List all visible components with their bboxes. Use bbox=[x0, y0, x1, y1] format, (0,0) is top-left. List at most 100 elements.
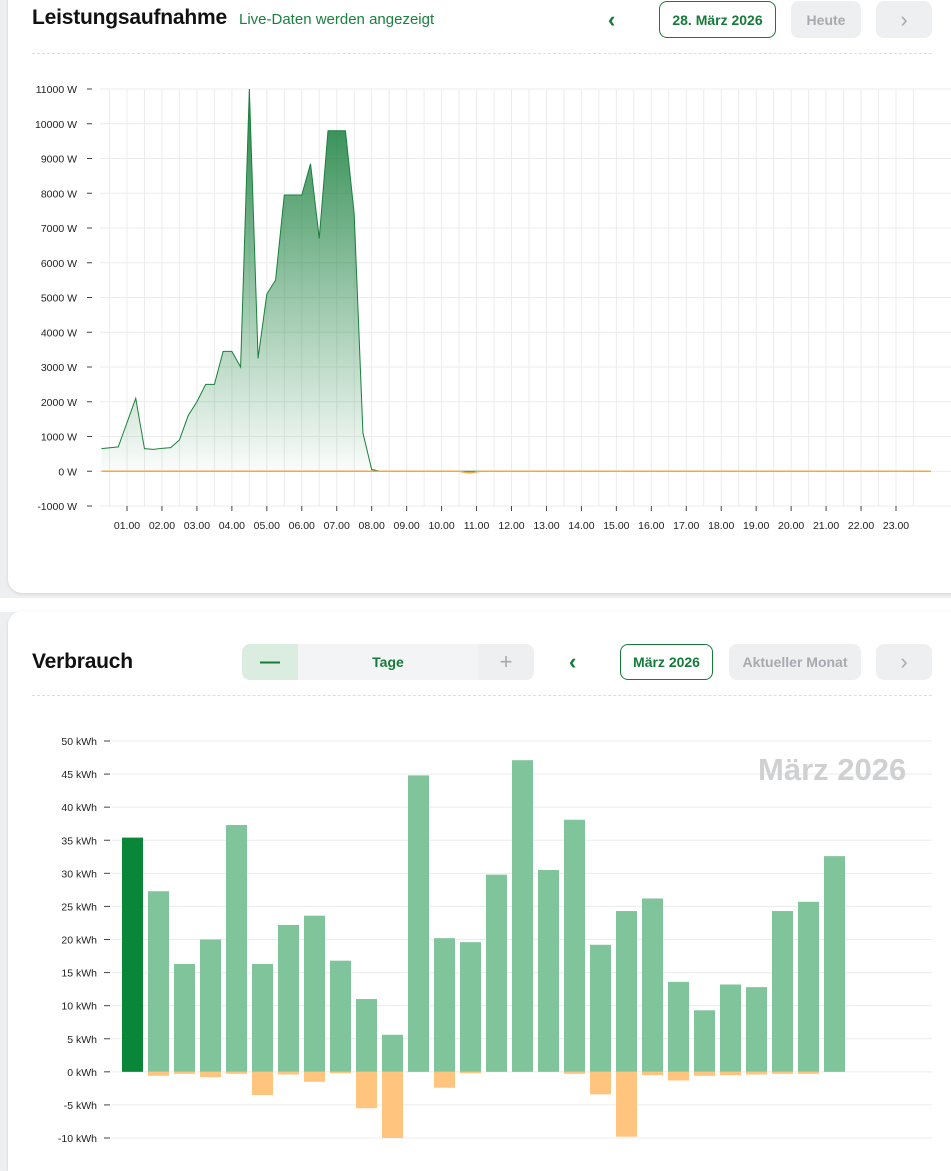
consumption-bar bbox=[746, 987, 767, 1072]
previous-day-button[interactable]: ‹ bbox=[608, 7, 615, 33]
y-tick-label: 5 kWh bbox=[67, 1034, 97, 1046]
minus-icon: — bbox=[260, 650, 280, 673]
feed-in-bar bbox=[148, 1071, 169, 1076]
consumption-bar bbox=[590, 944, 611, 1072]
consumption-bar bbox=[148, 891, 169, 1072]
y-tick-label: 25 kWh bbox=[61, 901, 97, 913]
y-tick-label: 20 kWh bbox=[61, 935, 97, 947]
consumption-bar bbox=[772, 911, 793, 1072]
x-tick-label: 01.00 bbox=[114, 520, 140, 532]
y-tick-label: 45 kWh bbox=[61, 769, 97, 781]
feed-in-bar bbox=[460, 1071, 481, 1074]
consumption-bar bbox=[460, 942, 481, 1072]
consumption-bar bbox=[174, 963, 195, 1072]
x-tick-label: 02.00 bbox=[149, 520, 175, 532]
y-tick-label: 35 kWh bbox=[61, 835, 97, 847]
y-tick-label: 30 kWh bbox=[61, 868, 97, 880]
feed-in-bar bbox=[356, 1071, 377, 1109]
y-tick-label: 1000 W bbox=[41, 432, 77, 444]
y-tick-label: 8000 W bbox=[41, 188, 77, 200]
x-tick-label: 21.00 bbox=[813, 520, 839, 532]
consumption-area bbox=[101, 89, 931, 472]
consumption-bar bbox=[512, 760, 533, 1072]
consumption-bar bbox=[226, 825, 247, 1072]
chart-watermark: März 2026 bbox=[758, 752, 907, 787]
feed-in-bar bbox=[382, 1071, 403, 1138]
y-tick-label: 0 W bbox=[58, 466, 77, 478]
x-tick-label: 08.00 bbox=[359, 520, 385, 532]
x-tick-label: 12.00 bbox=[498, 520, 524, 532]
y-tick-label: 0 kWh bbox=[67, 1067, 97, 1079]
feed-in-line bbox=[101, 470, 931, 474]
next-day-button[interactable]: › bbox=[876, 1, 932, 38]
y-tick-label: 7000 W bbox=[41, 223, 77, 235]
chevron-right-icon: › bbox=[900, 6, 908, 32]
y-tick-label: -1000 W bbox=[37, 501, 77, 513]
current-month-button[interactable]: Aktueller Monat bbox=[729, 644, 861, 680]
next-month-button[interactable]: › bbox=[876, 644, 932, 680]
consumption-bar bbox=[200, 939, 221, 1072]
feed-in-bar bbox=[642, 1071, 663, 1076]
x-tick-label: 09.00 bbox=[393, 520, 419, 532]
x-tick-label: 14.00 bbox=[568, 520, 594, 532]
month-button[interactable]: März 2026 bbox=[620, 644, 713, 680]
x-tick-label: 13.00 bbox=[533, 520, 559, 532]
consumption-bar bbox=[824, 856, 845, 1072]
y-tick-label: 2000 W bbox=[41, 397, 77, 409]
consumption-bar bbox=[382, 1034, 403, 1072]
chevron-right-icon: › bbox=[900, 649, 908, 674]
consumption-bar bbox=[304, 915, 325, 1072]
feed-in-bar bbox=[226, 1071, 247, 1074]
consumption-bar bbox=[122, 837, 143, 1072]
feed-in-bar bbox=[590, 1071, 611, 1095]
feed-in-bar bbox=[200, 1071, 221, 1078]
consumption-bar bbox=[486, 874, 507, 1072]
consumption-bar bbox=[252, 963, 273, 1072]
consumption-bar bbox=[408, 775, 429, 1072]
y-tick-label: 3000 W bbox=[41, 362, 77, 374]
consumption-bar bbox=[616, 911, 637, 1072]
feed-in-bar bbox=[304, 1071, 325, 1082]
header-divider bbox=[32, 695, 932, 696]
y-tick-label: 10000 W bbox=[35, 119, 77, 131]
y-tick-label: -5 kWh bbox=[64, 1100, 97, 1112]
power-title: Leistungsaufnahme bbox=[32, 6, 227, 29]
feed-in-bar bbox=[252, 1071, 273, 1095]
power-chart: 11000 W 10000 W 9000 W 8000 W 7000 W 6000 W 50… bbox=[35, 84, 951, 532]
today-button[interactable]: Heute bbox=[791, 1, 861, 38]
feed-in-bar bbox=[798, 1071, 819, 1074]
chevron-left-icon: ‹ bbox=[569, 649, 577, 674]
consumption-bar bbox=[668, 981, 689, 1072]
feed-in-bar bbox=[330, 1071, 351, 1074]
consumption-bar bbox=[798, 901, 819, 1072]
x-tick-label: 05.00 bbox=[254, 520, 280, 532]
y-tick-label: 40 kWh bbox=[61, 802, 97, 814]
x-tick-label: 07.00 bbox=[324, 520, 350, 532]
x-tick-label: 10.00 bbox=[428, 520, 454, 532]
y-tick-label: 4000 W bbox=[41, 327, 77, 339]
x-tick-label: 06.00 bbox=[289, 520, 315, 532]
consumption-title: Verbrauch bbox=[32, 650, 133, 673]
period-selector[interactable]: Tage bbox=[298, 644, 478, 680]
consumption-bar bbox=[720, 984, 741, 1072]
x-tick-label: 17.00 bbox=[673, 520, 699, 532]
previous-month-button[interactable]: ‹ bbox=[569, 649, 576, 675]
y-tick-label: 9000 W bbox=[41, 154, 77, 166]
x-tick-label: 03.00 bbox=[184, 520, 210, 532]
consumption-bar bbox=[564, 819, 585, 1072]
y-tick-label: 50 kWh bbox=[61, 736, 97, 748]
feed-in-bar bbox=[694, 1071, 715, 1076]
zoom-in-button[interactable]: + bbox=[478, 644, 534, 680]
zoom-out-button[interactable]: — bbox=[242, 644, 298, 680]
date-button[interactable]: 28. März 2026 bbox=[659, 1, 776, 38]
consumption-bar bbox=[434, 938, 455, 1072]
feed-in-bar bbox=[434, 1071, 455, 1088]
x-tick-label: 15.00 bbox=[603, 520, 629, 532]
y-tick-label: -10 kWh bbox=[58, 1133, 97, 1145]
consumption-bar bbox=[642, 898, 663, 1072]
x-tick-label: 22.00 bbox=[848, 520, 874, 532]
consumption-bar bbox=[356, 999, 377, 1072]
x-tick-label: 20.00 bbox=[778, 520, 804, 532]
x-tick-label: 04.00 bbox=[219, 520, 245, 532]
consumption-bar bbox=[538, 870, 559, 1072]
